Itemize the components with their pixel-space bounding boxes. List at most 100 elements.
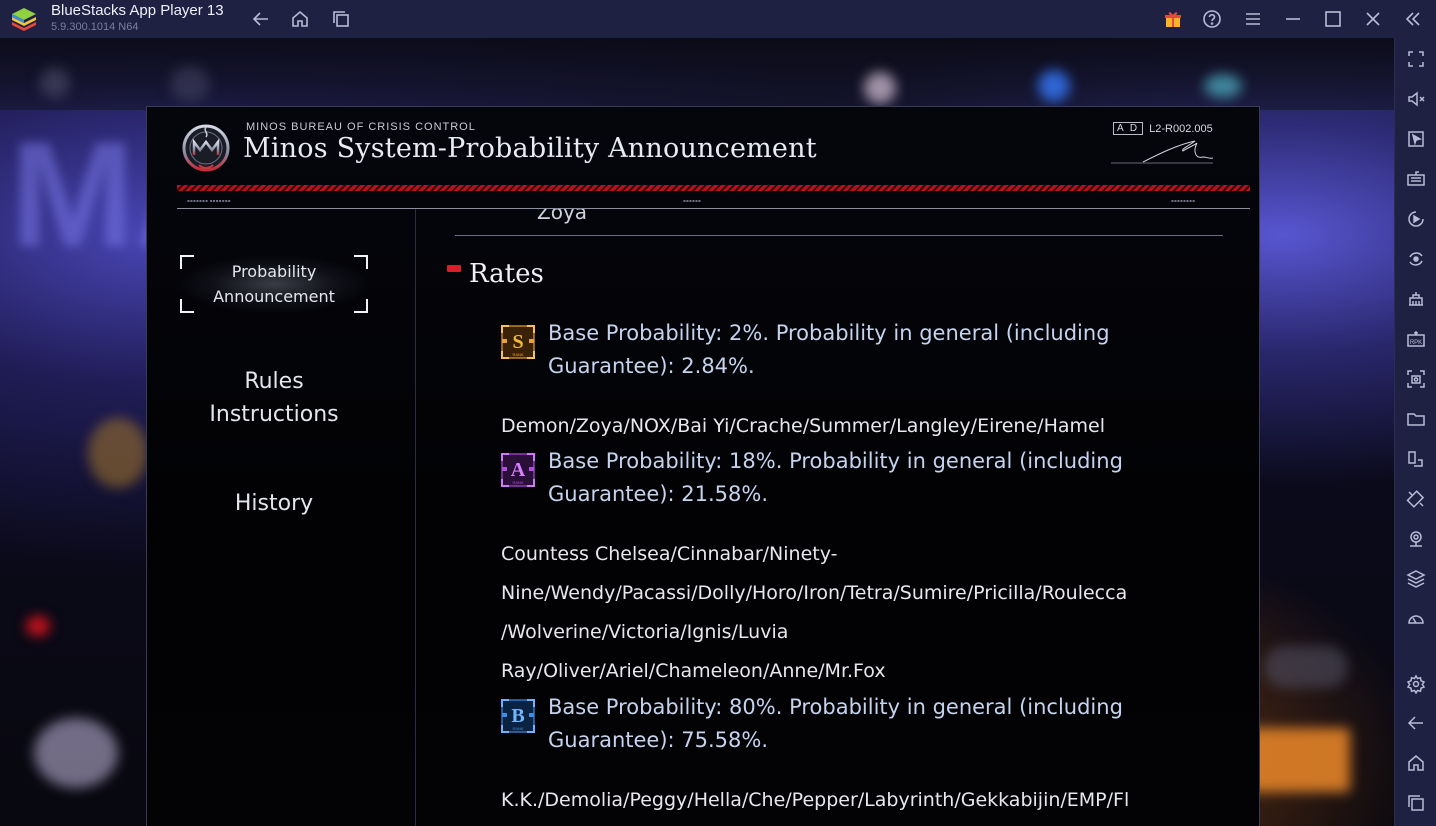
nav-label-line1: Probability: [231, 262, 317, 281]
selection-corner: [180, 299, 194, 313]
header-microtext-center: ▪▪▪▪▪▪: [683, 198, 702, 203]
install-apk-icon[interactable]: RPK: [1404, 327, 1428, 351]
code-tag: A D: [1113, 122, 1144, 135]
character-names-line: Countess Chelsea/Cinnabar/Ninety-: [501, 543, 838, 565]
collapse-sidebar-icon[interactable]: [1401, 7, 1425, 31]
blurred-toggle: [1264, 646, 1348, 688]
signature-icon: [1111, 140, 1214, 164]
s-rank-badge-icon: S RANK: [501, 325, 535, 359]
location-icon[interactable]: [1404, 527, 1428, 551]
svg-text:RANK: RANK: [512, 352, 523, 357]
folder-icon[interactable]: [1404, 407, 1428, 431]
hazard-stripe-divider: [177, 185, 1250, 191]
android-recent-apps-icon[interactable]: [1404, 791, 1428, 815]
rank-probability-text: Base Probability: 80%. Probability in ge…: [548, 691, 1208, 757]
home-icon[interactable]: [288, 7, 312, 31]
a-rank-character-list: Countess Chelsea/Cinnabar/Ninety- Nine/W…: [501, 535, 1221, 691]
b-rank-character-list: K.K./Demolia/Peggy/Hella/Che/Pepper/Laby…: [501, 781, 1221, 820]
rank-probability-text: Base Probability: 18%. Probability in ge…: [548, 445, 1208, 511]
previous-section-text: Zoya: [537, 209, 588, 224]
probability-line2: Guarantee): 75.58%.: [548, 728, 769, 752]
nav-probability-announcement[interactable]: Probability Announcement: [177, 255, 371, 313]
rates-content-scroll[interactable]: Zoya Rates S RANK Base Probability: 2%. …: [437, 209, 1237, 826]
nav-content-divider: [415, 209, 416, 826]
modal-header: MINOS BUREAU OF CRISIS CONTROL Minos Sys…: [147, 107, 1259, 211]
modal-title: Minos System-Probability Announcement: [243, 133, 817, 164]
blurred-resource-icon: [1204, 74, 1242, 98]
help-icon[interactable]: [1200, 7, 1224, 31]
performance-icon[interactable]: [1404, 607, 1428, 631]
close-icon[interactable]: [1361, 7, 1385, 31]
blurred-rank-badge: [88, 418, 148, 488]
back-icon[interactable]: [249, 7, 273, 31]
nav-history[interactable]: History: [177, 489, 371, 519]
selection-corner: [354, 255, 368, 269]
gift-icon[interactable]: [1161, 7, 1185, 31]
multi-instance-icon[interactable]: [1404, 287, 1428, 311]
fullscreen-icon[interactable]: [1404, 47, 1428, 71]
a-rank-badge-icon: A RANK: [501, 453, 535, 487]
probability-line2: Guarantee): 2.84%.: [548, 354, 755, 378]
svg-text:A: A: [511, 459, 526, 481]
header-microtext-right: ▪▪▪▪▪▪▪▪: [1171, 198, 1196, 203]
nav-rules-instructions[interactable]: Rules Instructions: [177, 365, 371, 431]
header-microtext-left: ▪▪▪▪▪▪▪ ▪▪▪▪▪▪▪: [187, 198, 231, 203]
minos-emblem-icon: [182, 124, 230, 172]
recent-apps-icon[interactable]: [329, 7, 353, 31]
multi-display-icon[interactable]: [1404, 447, 1428, 471]
window-title-bar: BlueStacks App Player 13 5.9.300.1014 N6…: [0, 0, 1436, 38]
code-number: L2-R002.005: [1149, 122, 1213, 135]
nav-label-line2: Instructions: [209, 402, 339, 427]
s-rank-character-list: Demon/Zoya/NOX/Bai Yi/Crache/Summer/Lang…: [501, 407, 1221, 446]
character-names-line: K.K./Demolia/Peggy/Hella/Che/Pepper/Laby…: [501, 789, 1130, 811]
blurred-red-dot: [26, 616, 50, 636]
mute-icon[interactable]: [1404, 87, 1428, 111]
bluestacks-side-toolbar: RPK: [1394, 38, 1436, 826]
blurred-gem-icon: [1038, 70, 1070, 102]
app-version: 5.9.300.1014 N64: [51, 21, 139, 33]
selection-corner: [354, 299, 368, 313]
keyboard-icon[interactable]: [1404, 167, 1428, 191]
section-marker-icon: [447, 265, 461, 272]
app-name: BlueStacks App Player 13: [51, 2, 224, 19]
document-code: A D L2-R002.005: [1113, 122, 1213, 135]
settings-icon[interactable]: [1404, 672, 1428, 696]
sync-icon[interactable]: [1404, 247, 1428, 271]
section-divider: [455, 235, 1223, 236]
blurred-icon: [170, 66, 210, 102]
svg-text:RANK: RANK: [512, 480, 523, 485]
svg-text:B: B: [511, 705, 524, 727]
rank-probability-text: Base Probability: 2%. Probability in gen…: [548, 317, 1208, 383]
blurred-back-button: [40, 68, 70, 98]
character-names-line: Nine/Wendy/Pacassi/Dolly/Horo/Iron/Tetra…: [501, 582, 1128, 604]
android-home-icon[interactable]: [1404, 751, 1428, 775]
svg-text:RPK: RPK: [1410, 340, 1422, 346]
probability-line2: Guarantee): 21.58%.: [548, 482, 769, 506]
probability-line1: Base Probability: 2%. Probability in gen…: [548, 321, 1110, 345]
bluestacks-logo-icon: [12, 8, 36, 31]
nav-label-line1: Rules: [244, 369, 304, 394]
rotate-icon[interactable]: [1404, 487, 1428, 511]
svg-text:S: S: [512, 331, 523, 353]
probability-line1: Base Probability: 18%. Probability in ge…: [548, 449, 1123, 473]
game-top-bar-blurred: [0, 38, 1394, 110]
rates-heading: Rates: [469, 259, 544, 289]
minimize-icon[interactable]: [1281, 7, 1305, 31]
svg-text:RANK: RANK: [512, 726, 523, 731]
character-names-line: /Wolverine/Victoria/Ignis/Luvia: [501, 621, 789, 643]
probability-line1: Base Probability: 80%. Probability in ge…: [548, 695, 1123, 719]
selection-corner: [180, 255, 194, 269]
character-names-line: Ray/Oliver/Ariel/Chameleon/Anne/Mr.Fox: [501, 660, 886, 682]
android-back-icon[interactable]: [1404, 711, 1428, 735]
maximize-icon[interactable]: [1321, 7, 1345, 31]
character-names-line: Demon/Zoya/NOX/Bai Yi/Crache/Summer/Lang…: [501, 415, 1105, 437]
bureau-subtitle: MINOS BUREAU OF CRISIS CONTROL: [246, 121, 476, 133]
screenshot-icon[interactable]: [1404, 367, 1428, 391]
menu-icon[interactable]: [1241, 7, 1265, 31]
blurred-currency-icon: [864, 72, 896, 104]
b-rank-badge-icon: B RANK: [501, 699, 535, 733]
macro-pointer-icon[interactable]: [1404, 127, 1428, 151]
layers-icon[interactable]: [1404, 567, 1428, 591]
nav-label-line2: Announcement: [213, 287, 335, 306]
record-icon[interactable]: [1404, 207, 1428, 231]
